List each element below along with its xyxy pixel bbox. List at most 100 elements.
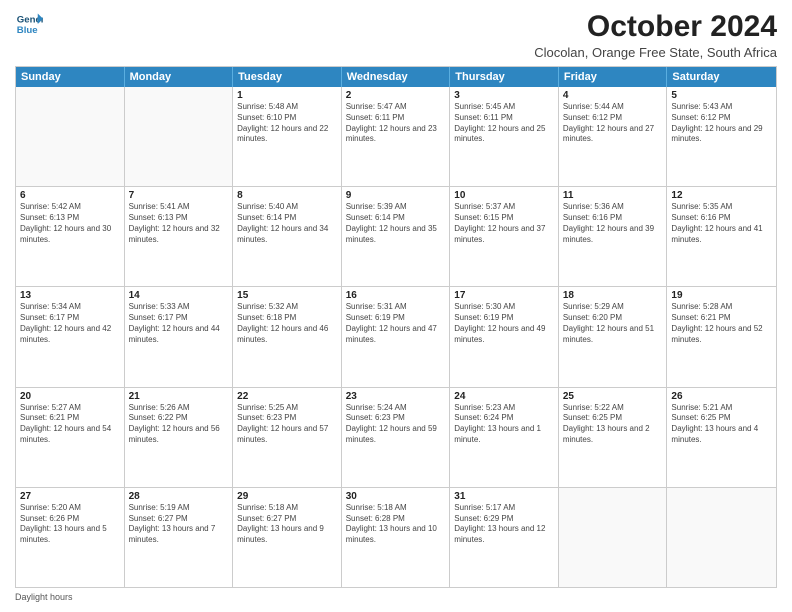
sunset-16: Sunset: 6:19 PM — [346, 313, 446, 324]
day-29: 29Sunrise: 5:18 AMSunset: 6:27 PMDayligh… — [233, 488, 342, 587]
sunrise-5: Sunrise: 5:43 AM — [671, 102, 772, 113]
sunset-8: Sunset: 6:14 PM — [237, 213, 337, 224]
day-number-16: 16 — [346, 290, 446, 301]
daylight-21: Daylight: 12 hours and 56 minutes. — [129, 424, 229, 446]
day-number-11: 11 — [563, 190, 663, 201]
sunrise-16: Sunrise: 5:31 AM — [346, 302, 446, 313]
daylight-10: Daylight: 12 hours and 37 minutes. — [454, 224, 554, 246]
sunrise-24: Sunrise: 5:23 AM — [454, 403, 554, 414]
day-12: 12Sunrise: 5:35 AMSunset: 6:16 PMDayligh… — [667, 187, 776, 286]
empty-cell — [667, 488, 776, 587]
calendar-row-3: 13Sunrise: 5:34 AMSunset: 6:17 PMDayligh… — [16, 286, 776, 386]
title-block: October 2024 Clocolan, Orange Free State… — [534, 10, 777, 60]
sunset-30: Sunset: 6:28 PM — [346, 514, 446, 525]
sunrise-31: Sunrise: 5:17 AM — [454, 503, 554, 514]
day-number-12: 12 — [671, 190, 772, 201]
sunset-25: Sunset: 6:25 PM — [563, 413, 663, 424]
sunset-15: Sunset: 6:18 PM — [237, 313, 337, 324]
subtitle: Clocolan, Orange Free State, South Afric… — [534, 45, 777, 60]
daylight-28: Daylight: 13 hours and 7 minutes. — [129, 524, 229, 546]
sunset-28: Sunset: 6:27 PM — [129, 514, 229, 525]
sunrise-11: Sunrise: 5:36 AM — [563, 202, 663, 213]
day-24: 24Sunrise: 5:23 AMSunset: 6:24 PMDayligh… — [450, 388, 559, 487]
daylight-1: Daylight: 12 hours and 22 minutes. — [237, 124, 337, 146]
sunset-9: Sunset: 6:14 PM — [346, 213, 446, 224]
day-number-20: 20 — [20, 391, 120, 402]
day-number-29: 29 — [237, 491, 337, 502]
daylight-9: Daylight: 12 hours and 35 minutes. — [346, 224, 446, 246]
sunrise-17: Sunrise: 5:30 AM — [454, 302, 554, 313]
sunset-23: Sunset: 6:23 PM — [346, 413, 446, 424]
day-31: 31Sunrise: 5:17 AMSunset: 6:29 PMDayligh… — [450, 488, 559, 587]
day-6: 6Sunrise: 5:42 AMSunset: 6:13 PMDaylight… — [16, 187, 125, 286]
day-number-21: 21 — [129, 391, 229, 402]
sunset-29: Sunset: 6:27 PM — [237, 514, 337, 525]
calendar-row-4: 20Sunrise: 5:27 AMSunset: 6:21 PMDayligh… — [16, 387, 776, 487]
day-14: 14Sunrise: 5:33 AMSunset: 6:17 PMDayligh… — [125, 287, 234, 386]
sunset-21: Sunset: 6:22 PM — [129, 413, 229, 424]
calendar-row-2: 6Sunrise: 5:42 AMSunset: 6:13 PMDaylight… — [16, 186, 776, 286]
sunrise-19: Sunrise: 5:28 AM — [671, 302, 772, 313]
daylight-4: Daylight: 12 hours and 27 minutes. — [563, 124, 663, 146]
day-number-27: 27 — [20, 491, 120, 502]
header-day-tuesday: Tuesday — [233, 67, 342, 87]
day-number-6: 6 — [20, 190, 120, 201]
logo: General Blue — [15, 10, 43, 38]
daylight-3: Daylight: 12 hours and 25 minutes. — [454, 124, 554, 146]
sunset-19: Sunset: 6:21 PM — [671, 313, 772, 324]
sunset-2: Sunset: 6:11 PM — [346, 113, 446, 124]
day-27: 27Sunrise: 5:20 AMSunset: 6:26 PMDayligh… — [16, 488, 125, 587]
sunrise-2: Sunrise: 5:47 AM — [346, 102, 446, 113]
day-7: 7Sunrise: 5:41 AMSunset: 6:13 PMDaylight… — [125, 187, 234, 286]
daylight-26: Daylight: 13 hours and 4 minutes. — [671, 424, 772, 446]
sunrise-6: Sunrise: 5:42 AM — [20, 202, 120, 213]
day-4: 4Sunrise: 5:44 AMSunset: 6:12 PMDaylight… — [559, 87, 668, 186]
daylight-11: Daylight: 12 hours and 39 minutes. — [563, 224, 663, 246]
calendar-row-1: 1Sunrise: 5:48 AMSunset: 6:10 PMDaylight… — [16, 87, 776, 186]
day-18: 18Sunrise: 5:29 AMSunset: 6:20 PMDayligh… — [559, 287, 668, 386]
sunrise-15: Sunrise: 5:32 AM — [237, 302, 337, 313]
sunrise-25: Sunrise: 5:22 AM — [563, 403, 663, 414]
day-28: 28Sunrise: 5:19 AMSunset: 6:27 PMDayligh… — [125, 488, 234, 587]
day-number-26: 26 — [671, 391, 772, 402]
day-30: 30Sunrise: 5:18 AMSunset: 6:28 PMDayligh… — [342, 488, 451, 587]
daylight-7: Daylight: 12 hours and 32 minutes. — [129, 224, 229, 246]
day-2: 2Sunrise: 5:47 AMSunset: 6:11 PMDaylight… — [342, 87, 451, 186]
header-day-sunday: Sunday — [16, 67, 125, 87]
sunrise-18: Sunrise: 5:29 AM — [563, 302, 663, 313]
day-number-17: 17 — [454, 290, 554, 301]
month-title: October 2024 — [534, 10, 777, 43]
sunrise-23: Sunrise: 5:24 AM — [346, 403, 446, 414]
daylight-15: Daylight: 12 hours and 46 minutes. — [237, 324, 337, 346]
day-number-8: 8 — [237, 190, 337, 201]
sunset-10: Sunset: 6:15 PM — [454, 213, 554, 224]
calendar-row-5: 27Sunrise: 5:20 AMSunset: 6:26 PMDayligh… — [16, 487, 776, 587]
sunrise-7: Sunrise: 5:41 AM — [129, 202, 229, 213]
sunrise-3: Sunrise: 5:45 AM — [454, 102, 554, 113]
day-16: 16Sunrise: 5:31 AMSunset: 6:19 PMDayligh… — [342, 287, 451, 386]
header: General Blue October 2024 Clocolan, Oran… — [15, 10, 777, 60]
day-1: 1Sunrise: 5:48 AMSunset: 6:10 PMDaylight… — [233, 87, 342, 186]
day-8: 8Sunrise: 5:40 AMSunset: 6:14 PMDaylight… — [233, 187, 342, 286]
empty-cell — [125, 87, 234, 186]
sunset-18: Sunset: 6:20 PM — [563, 313, 663, 324]
day-number-24: 24 — [454, 391, 554, 402]
day-13: 13Sunrise: 5:34 AMSunset: 6:17 PMDayligh… — [16, 287, 125, 386]
sunrise-13: Sunrise: 5:34 AM — [20, 302, 120, 313]
sunset-26: Sunset: 6:25 PM — [671, 413, 772, 424]
daylight-14: Daylight: 12 hours and 44 minutes. — [129, 324, 229, 346]
daylight-30: Daylight: 13 hours and 10 minutes. — [346, 524, 446, 546]
daylight-2: Daylight: 12 hours and 23 minutes. — [346, 124, 446, 146]
day-23: 23Sunrise: 5:24 AMSunset: 6:23 PMDayligh… — [342, 388, 451, 487]
sunrise-4: Sunrise: 5:44 AM — [563, 102, 663, 113]
day-22: 22Sunrise: 5:25 AMSunset: 6:23 PMDayligh… — [233, 388, 342, 487]
day-3: 3Sunrise: 5:45 AMSunset: 6:11 PMDaylight… — [450, 87, 559, 186]
sunset-14: Sunset: 6:17 PM — [129, 313, 229, 324]
sunrise-22: Sunrise: 5:25 AM — [237, 403, 337, 414]
sunrise-29: Sunrise: 5:18 AM — [237, 503, 337, 514]
day-15: 15Sunrise: 5:32 AMSunset: 6:18 PMDayligh… — [233, 287, 342, 386]
sunset-13: Sunset: 6:17 PM — [20, 313, 120, 324]
header-day-thursday: Thursday — [450, 67, 559, 87]
sunset-27: Sunset: 6:26 PM — [20, 514, 120, 525]
daylight-24: Daylight: 13 hours and 1 minute. — [454, 424, 554, 446]
